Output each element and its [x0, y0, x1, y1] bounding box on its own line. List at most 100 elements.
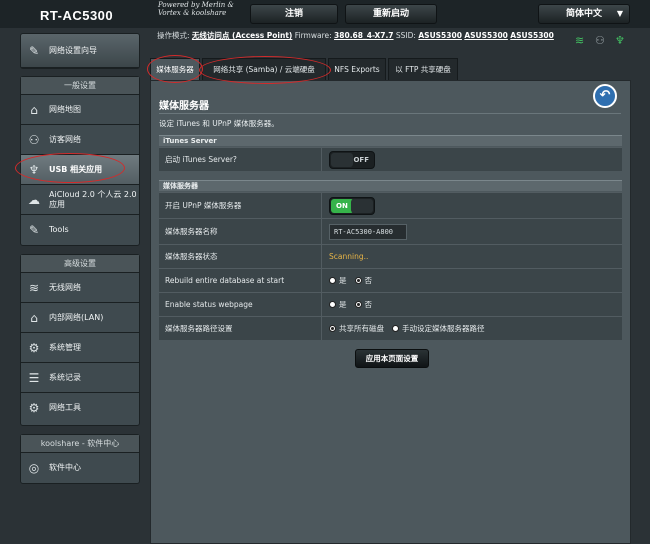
quick-setup-item[interactable]: ✎ 网络设置向导: [21, 34, 139, 68]
radio-label: 是: [339, 300, 347, 309]
server-status-label: 媒体服务器状态: [165, 252, 218, 261]
rebuild-db-label: Rebuild entire database at start: [165, 276, 285, 285]
language-select[interactable]: 简体中文 ▼: [538, 4, 630, 24]
sidebar-item-wireless[interactable]: ≋ 无线网络: [21, 273, 139, 303]
toggle-text: ON: [336, 201, 348, 210]
model-name: RT-AC5300: [40, 8, 114, 23]
itunes-toggle[interactable]: OFF: [329, 150, 375, 169]
koolshare-group: koolshare - 软件中心 ◎ 软件中心: [20, 434, 140, 484]
wireless-icon: ≋: [28, 280, 40, 295]
wrench-icon: ✎: [28, 223, 40, 237]
sidebar-item-network-tools[interactable]: ⚙ 网络工具: [21, 393, 139, 423]
apply-button[interactable]: 应用本页面设置: [355, 349, 429, 368]
radio-label: 手动设定媒体服务器路径: [402, 324, 485, 333]
server-name-input[interactable]: RT-AC5300-A800: [329, 223, 407, 240]
sidebar-item-label: Tools: [49, 225, 69, 234]
language-label: 简体中文: [565, 9, 602, 19]
toggle-text: OFF: [353, 155, 369, 164]
sidebar-item-guest-network[interactable]: ⚇ 访客网络: [21, 125, 139, 155]
rebuild-yes-radio[interactable]: 是: [329, 275, 347, 286]
cloud-icon: ☁: [28, 192, 40, 207]
tab-nfs[interactable]: NFS Exports: [328, 58, 386, 80]
status-webpage-no-radio[interactable]: 否: [354, 299, 373, 310]
tab-ftp[interactable]: 以 FTP 共享硬盘: [388, 58, 458, 80]
tagline: Powered by Merlin & Vortex & koolshare: [158, 1, 234, 17]
tab-samba[interactable]: 网络共享 (Samba) / 云端硬盘: [202, 58, 326, 80]
general-settings-title: 一般设置: [21, 77, 139, 95]
chevron-down-icon: ▼: [616, 9, 623, 18]
wifi-icon[interactable]: ≋: [575, 34, 584, 47]
media-path-row: 媒体服务器路径设置 共享所有磁盘 手动设定媒体服务器路径: [159, 316, 622, 340]
firmware-label: Firmware:: [294, 31, 332, 40]
status-webpage-yes-radio[interactable]: 是: [329, 299, 347, 310]
path-all-disks-radio[interactable]: 共享所有磁盘: [329, 323, 384, 334]
sidebar-item-software-center[interactable]: ◎ 软件中心: [21, 453, 139, 483]
wizard-icon: ✎: [28, 43, 40, 58]
advanced-settings-title: 高级设置: [21, 255, 139, 273]
media-section-header: 媒体服务器: [159, 180, 622, 191]
sidebar-item-tools[interactable]: ✎ Tools: [21, 215, 139, 245]
radio-label: 是: [339, 276, 347, 285]
rebuild-no-radio[interactable]: 否: [354, 275, 373, 286]
sidebar-item-label: 访客网络: [49, 134, 81, 144]
sidebar-item-lan[interactable]: ⌂ 内部网络(LAN): [21, 303, 139, 333]
koolshare-title: koolshare - 软件中心: [21, 435, 139, 453]
sidebar-item-label: 系统记录: [49, 372, 81, 382]
rebuild-db-row: Rebuild entire database at start 是 否: [159, 268, 622, 292]
guest-network-icon: ⚇: [28, 132, 40, 147]
sidebar-item-system-log[interactable]: ☰ 系统记录: [21, 363, 139, 393]
mode-label: 操作模式:: [157, 31, 190, 40]
sidebar-item-label: AiCloud 2.0 个人云 2.0 应用: [49, 189, 137, 209]
sidebar-item-administration[interactable]: ⚙ 系统管理: [21, 333, 139, 363]
logout-button[interactable]: 注销: [250, 4, 338, 24]
sidebar-item-label: 软件中心: [49, 463, 81, 472]
software-center-icon: ◎: [28, 461, 40, 475]
upnp-row: 开启 UPnP 媒体服务器 ON: [159, 192, 622, 218]
status-webpage-label: Enable status webpage: [165, 300, 253, 309]
sidebar-item-label: 网络工具: [49, 403, 81, 412]
network-map-icon: ⌂: [30, 102, 38, 117]
server-name-row: 媒体服务器名称 RT-AC5300-A800: [159, 218, 622, 244]
upnp-toggle[interactable]: ON: [329, 196, 375, 215]
sidebar-item-network-map[interactable]: ⌂ 网络地图: [21, 95, 139, 125]
ssid-value[interactable]: ASUS5300: [510, 31, 554, 40]
itunes-row: 启动 iTunes Server? OFF: [159, 147, 622, 171]
server-status-row: 媒体服务器状态 Scanning..: [159, 244, 622, 268]
mode-value[interactable]: 无线访问点 (Access Point): [192, 31, 292, 40]
ssid-value[interactable]: ASUS5300: [464, 31, 508, 40]
reboot-button[interactable]: 重新启动: [345, 4, 437, 24]
top-bar: RT-AC5300 Powered by Merlin & Vortex & k…: [0, 0, 650, 28]
usb-icon: ♆: [28, 162, 40, 177]
ssid-label: SSID:: [395, 31, 416, 40]
sidebar-item-usb-apps[interactable]: ♆ USB 相关应用: [21, 155, 139, 185]
usb-status-icon[interactable]: ♆: [615, 34, 625, 47]
ssid-value[interactable]: ASUS5300: [418, 31, 462, 40]
page-title: 媒体服务器: [159, 101, 209, 112]
sidebar-item-label: USB 相关应用: [49, 164, 103, 174]
general-settings-group: 一般设置 ⌂ 网络地图 ⚇ 访客网络 ♆ USB 相关应用 ☁ AiCloud …: [20, 76, 140, 246]
radio-label: 否: [364, 300, 373, 309]
server-name-label: 媒体服务器名称: [165, 227, 218, 236]
page-description: 设定 iTunes 和 UPnP 媒体服务器。: [159, 119, 279, 128]
tab-media-server[interactable]: 媒体服务器: [150, 58, 200, 80]
back-icon[interactable]: ↶: [593, 84, 617, 108]
firmware-value[interactable]: 380.68_4-X7.7: [334, 31, 393, 40]
log-icon: ☰: [28, 370, 40, 385]
sidebar-item-label: 无线网络: [49, 282, 81, 292]
lan-icon: ⌂: [30, 310, 38, 325]
quick-setup-box: ✎ 网络设置向导: [20, 33, 140, 69]
sidebar-item-aicloud[interactable]: ☁ AiCloud 2.0 个人云 2.0 应用: [21, 185, 139, 215]
sidebar-item-label: 内部网络(LAN): [49, 312, 104, 322]
system-info: 操作模式: 无线访问点 (Access Point) Firmware: 380…: [157, 30, 597, 41]
radio-label: 共享所有磁盘: [339, 324, 384, 333]
radio-label: 否: [364, 276, 373, 285]
content-panel: 媒体服务器 ↶ 设定 iTunes 和 UPnP 媒体服务器。 iTunes S…: [150, 80, 631, 544]
cloud-status-icon[interactable]: ⚇: [595, 34, 605, 47]
tools-icon: ⚙: [28, 401, 40, 415]
server-status-value: Scanning..: [329, 252, 369, 261]
path-manual-radio[interactable]: 手动设定媒体服务器路径: [392, 323, 485, 334]
admin-icon: ⚙: [28, 340, 40, 355]
media-path-label: 媒体服务器路径设置: [165, 324, 233, 333]
status-icons: ≋ ⚇ ♆: [575, 34, 635, 48]
itunes-section-header: iTunes Server: [159, 135, 622, 146]
